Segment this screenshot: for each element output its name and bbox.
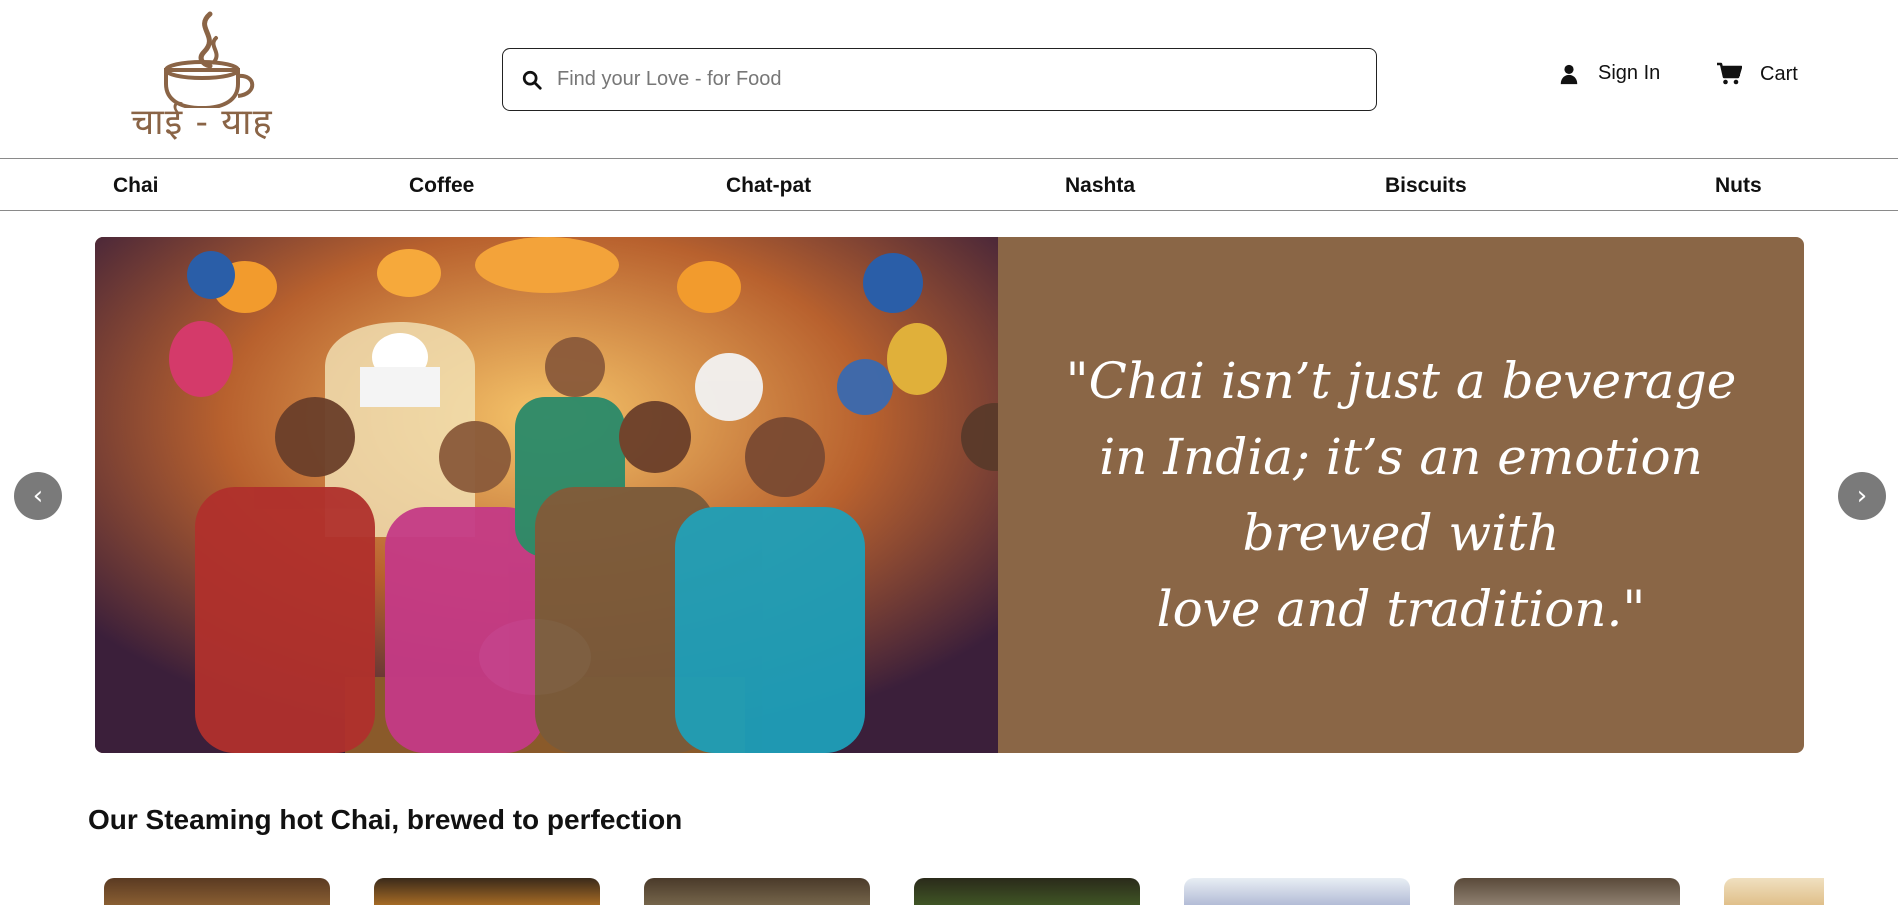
quote-panel: "Chai isn’t just a beverage in India; it… xyxy=(998,237,1804,753)
category-biscuits[interactable]: Biscuits xyxy=(1385,174,1467,198)
user-icon xyxy=(1560,64,1578,84)
sign-in-label: Sign In xyxy=(1598,62,1661,84)
quote-line: love and tradition." xyxy=(1156,580,1646,638)
quote-line: brewed with xyxy=(1242,504,1560,562)
product-card[interactable] xyxy=(914,878,1140,905)
hero-image xyxy=(95,237,998,753)
carousel-next-button[interactable]: › xyxy=(1838,472,1886,520)
category-nav: Chai Coffee Chat-pat Nashta Biscuits Nut… xyxy=(0,158,1898,211)
product-card[interactable] xyxy=(374,878,600,905)
category-chai[interactable]: Chai xyxy=(113,174,159,198)
category-coffee[interactable]: Coffee xyxy=(409,174,474,198)
carousel-prev-button[interactable]: ‹ xyxy=(14,472,62,520)
cart-label: Cart xyxy=(1760,62,1798,85)
sign-in-button[interactable]: Sign In xyxy=(1558,62,1660,85)
brand-logo[interactable]: चाई - याह xyxy=(124,8,280,148)
site-header: चाई - याह Sign In Cart xyxy=(0,0,1898,158)
product-card[interactable] xyxy=(1724,878,1824,905)
product-card[interactable] xyxy=(1184,878,1410,905)
chai-cup-logo-icon xyxy=(164,11,255,111)
category-chat-pat[interactable]: Chat-pat xyxy=(726,174,811,198)
search-icon xyxy=(522,70,542,90)
product-row xyxy=(0,878,1898,905)
product-card[interactable] xyxy=(644,878,870,905)
cart-icon xyxy=(1717,62,1742,85)
section-title: Our Steaming hot Chai, brewed to perfect… xyxy=(88,804,683,835)
hero-carousel: "Chai isn’t just a beverage in India; it… xyxy=(95,237,1804,753)
product-card[interactable] xyxy=(104,878,330,905)
search-input[interactable] xyxy=(557,68,1337,91)
quote-line: in India; it’s an emotion xyxy=(1099,428,1703,486)
hero-quote: "Chai isn’t just a beverage in India; it… xyxy=(1041,343,1761,647)
logo-text: चाई - याह xyxy=(131,102,273,143)
product-card[interactable] xyxy=(1454,878,1680,905)
cart-button[interactable]: Cart xyxy=(1716,62,1798,86)
category-nashta[interactable]: Nashta xyxy=(1065,174,1135,198)
category-nuts[interactable]: Nuts xyxy=(1715,174,1762,198)
search-bar[interactable] xyxy=(502,48,1377,111)
quote-line: "Chai isn’t just a beverage xyxy=(1065,352,1737,410)
